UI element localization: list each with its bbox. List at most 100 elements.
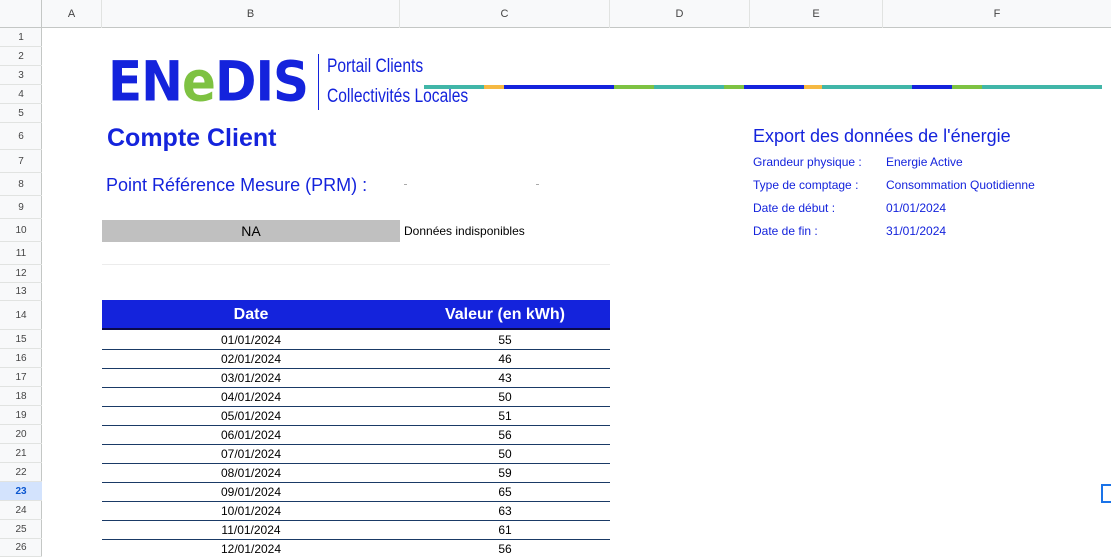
cell-date[interactable]: 09/01/2024 [102,483,400,501]
cell-date[interactable]: 03/01/2024 [102,369,400,387]
export-label-grandeur: Grandeur physique : [753,155,862,169]
cell-value[interactable]: 56 [400,426,610,444]
row-header[interactable]: 24 [0,501,42,520]
enedis-logo: ENeDIS Portail Clients Collectivités Loc… [108,52,499,112]
row-header[interactable]: 22 [0,463,42,482]
table-row: 11/01/2024 61 [102,521,610,540]
row-header[interactable]: 10 [0,219,42,242]
row-header[interactable]: 17 [0,368,42,387]
cell-date[interactable]: 02/01/2024 [102,350,400,368]
status-description: Données indisponibles [404,224,525,238]
logo-tagline: Portail Clients Collectivités Locales [327,52,468,112]
column-header-a[interactable]: A [42,0,102,28]
logo-divider [318,54,320,110]
row-header[interactable]: 3 [0,66,42,85]
row-header[interactable]: 5 [0,104,42,123]
row-header[interactable]: 7 [0,150,42,173]
table-row: 04/01/2024 50 [102,388,610,407]
cell-date[interactable]: 10/01/2024 [102,502,400,520]
cell-date[interactable]: 05/01/2024 [102,407,400,425]
row-header[interactable]: 13 [0,283,42,301]
column-header-d[interactable]: D [610,0,750,28]
row-header[interactable]: 12 [0,265,42,283]
cell-value[interactable]: 51 [400,407,610,425]
cell-value[interactable]: 50 [400,388,610,406]
export-title: Export des données de l'énergie [753,126,1011,146]
row-header-active[interactable]: 23 [0,482,42,501]
row-header[interactable]: 15 [0,330,42,349]
cell-value[interactable]: 55 [400,331,610,349]
divider [102,264,610,265]
prm-value-redacted [404,184,407,185]
cell-value[interactable]: 59 [400,464,610,482]
row-header[interactable]: 8 [0,173,42,196]
table-row: 12/01/2024 56 [102,540,610,557]
table-row: 09/01/2024 65 [102,483,610,502]
column-header-e[interactable]: E [750,0,883,28]
wordmark-part: EN [108,50,183,114]
row-header[interactable]: 6 [0,123,42,150]
row-header[interactable]: 19 [0,406,42,425]
cell-date[interactable]: 12/01/2024 [102,540,400,557]
logo-line-1: Portail Clients [327,56,424,77]
cell-date[interactable]: 11/01/2024 [102,521,400,539]
cell-date[interactable]: 07/01/2024 [102,445,400,463]
prm-value-redacted [536,184,539,185]
row-header[interactable]: 4 [0,85,42,104]
export-value-end: 31/01/2024 [886,224,947,238]
select-all-corner[interactable] [0,0,42,28]
row-header[interactable]: 21 [0,444,42,463]
column-header-f[interactable]: F [883,0,1111,28]
export-label-end: Date de fin : [753,224,818,238]
cell-value[interactable]: 50 [400,445,610,463]
table-header: Date Valeur (en kWh) [102,300,610,330]
row-header[interactable]: 25 [0,520,42,539]
cell-value[interactable]: 43 [400,369,610,387]
row-header-bar: 1 2 3 4 5 6 7 8 9 10 11 12 13 14 15 16 1… [0,28,42,557]
cell-date[interactable]: 08/01/2024 [102,464,400,482]
row-header[interactable]: 9 [0,196,42,219]
page-title: Compte Client [107,124,277,152]
wordmark-part: DIS [214,50,309,114]
row-header[interactable]: 16 [0,349,42,368]
cell-value[interactable]: 61 [400,521,610,539]
row-header[interactable]: 20 [0,425,42,444]
status-code-cell[interactable]: NA [102,220,400,242]
export-label-start: Date de début : [753,201,836,215]
wordmark-accent: e [182,50,216,114]
column-header-bar: A B C D E F [42,0,1111,28]
table-row: 01/01/2024 55 [102,331,610,350]
cell-date[interactable]: 04/01/2024 [102,388,400,406]
table-row: 02/01/2024 46 [102,350,610,369]
table-row: 10/01/2024 63 [102,502,610,521]
row-header[interactable]: 14 [0,301,42,330]
column-header-value[interactable]: Valeur (en kWh) [400,300,610,328]
row-header[interactable]: 26 [0,539,42,557]
row-header[interactable]: 18 [0,387,42,406]
column-header-b[interactable]: B [102,0,400,28]
export-value-start: 01/01/2024 [886,201,947,215]
row-header[interactable]: 2 [0,47,42,66]
active-cell-selection[interactable] [1101,484,1111,503]
cell-value[interactable]: 65 [400,483,610,501]
table-row: 03/01/2024 43 [102,369,610,388]
table-row: 05/01/2024 51 [102,407,610,426]
cell-date[interactable]: 06/01/2024 [102,426,400,444]
export-value-grandeur: Energie Active [886,155,963,169]
table-row: 08/01/2024 59 [102,464,610,483]
cell-value[interactable]: 56 [400,540,610,557]
enedis-wordmark: ENeDIS [108,54,309,109]
cell-value[interactable]: 46 [400,350,610,368]
decorative-stripe [424,85,1102,89]
table-row: 06/01/2024 56 [102,426,610,445]
cell-date[interactable]: 01/01/2024 [102,331,400,349]
column-header-date[interactable]: Date [102,300,400,328]
export-label-type: Type de comptage : [753,178,859,192]
export-value-type: Consommation Quotidienne [886,178,1035,192]
row-header[interactable]: 1 [0,28,42,47]
table-row: 07/01/2024 50 [102,445,610,464]
row-header[interactable]: 11 [0,242,42,265]
prm-label: Point Référence Mesure (PRM) : [106,175,368,195]
column-header-c[interactable]: C [400,0,610,28]
cell-value[interactable]: 63 [400,502,610,520]
